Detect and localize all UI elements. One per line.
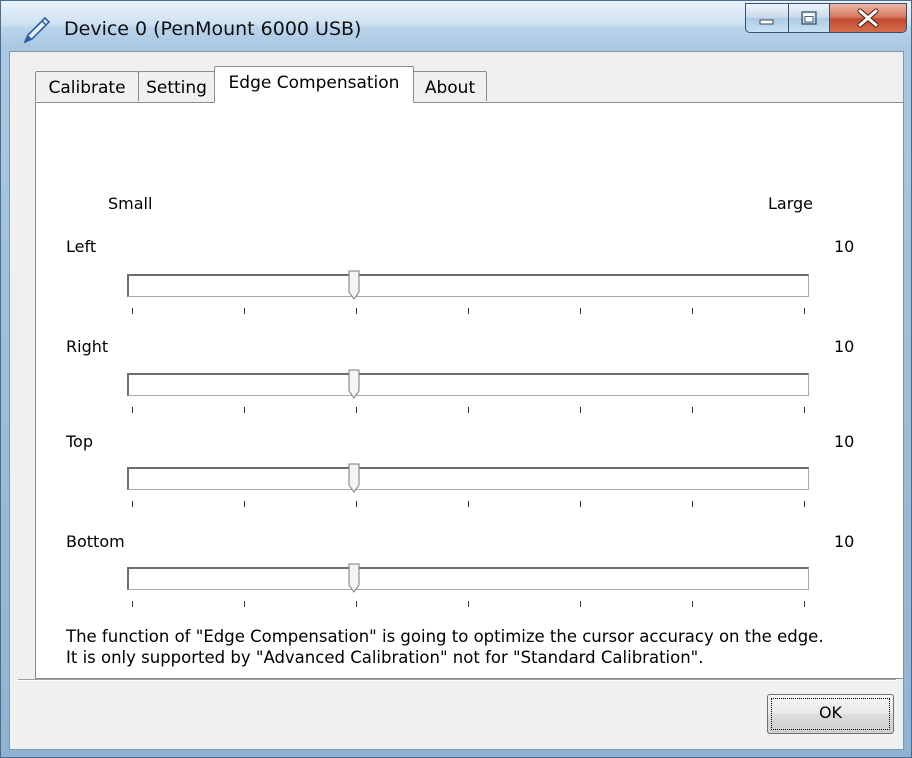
slider-tick (356, 601, 357, 607)
tab-setting[interactable]: Setting (138, 71, 215, 101)
slider-value: 10 (834, 337, 855, 356)
slider-tick (468, 308, 469, 314)
slider-tick (356, 407, 357, 413)
slider-tick (804, 407, 805, 413)
slider-tick (468, 601, 469, 607)
slider-tick (804, 308, 805, 314)
tab-label: Calibrate (48, 78, 126, 98)
edge-compensation-panel: Small Large Left 10 Right 10 Top 10 Bott… (35, 102, 904, 679)
slider-label: Top (66, 432, 93, 451)
ok-button[interactable]: OK (767, 694, 894, 734)
slider-track[interactable] (127, 567, 809, 590)
slider-value: 10 (834, 432, 855, 451)
scale-large-label: Large (768, 194, 814, 213)
slider-value: 10 (834, 532, 855, 551)
minimize-button[interactable] (745, 3, 789, 33)
slider-tick (468, 501, 469, 507)
tab-label: About (424, 78, 476, 98)
slider-tick (356, 308, 357, 314)
slider-tick (580, 501, 581, 507)
slider-tick (804, 501, 805, 507)
info-text-line-1: The function of "Edge Compensation" is g… (66, 627, 824, 646)
close-icon (857, 8, 879, 28)
slider-tick (468, 407, 469, 413)
slider-tick (132, 308, 133, 314)
tab-about[interactable]: About (413, 71, 487, 101)
tab-edge-compensation[interactable]: Edge Compensation (214, 66, 414, 103)
slider-tick (132, 407, 133, 413)
slider-thumb[interactable] (348, 369, 360, 399)
slider-tick (132, 501, 133, 507)
maximize-button[interactable] (788, 3, 830, 33)
minimize-icon (759, 19, 774, 25)
slider-tick (580, 601, 581, 607)
dialog-window: Device 0 (PenMount 6000 USB) Calibrate S… (0, 0, 912, 758)
info-text-line-2: It is only supported by "Advanced Calibr… (66, 648, 704, 667)
slider-tick (692, 308, 693, 314)
slider-tick (804, 601, 805, 607)
tab-label: Edge Compensation (228, 73, 400, 93)
divider (18, 679, 896, 681)
client-area: Calibrate Setting Edge Compensation Abou… (9, 51, 904, 750)
close-button[interactable] (829, 3, 907, 33)
slider-label: Right (66, 337, 109, 356)
scale-small-label: Small (108, 194, 153, 213)
slider-thumb[interactable] (348, 270, 360, 300)
slider-tick (692, 501, 693, 507)
slider-tick (692, 407, 693, 413)
slider-track[interactable] (127, 373, 809, 396)
slider-tick (580, 308, 581, 314)
slider-tick (244, 601, 245, 607)
slider-tick (244, 308, 245, 314)
tab-label: Setting (146, 78, 207, 98)
slider-label: Left (66, 237, 97, 256)
slider-track[interactable] (127, 467, 809, 490)
slider-tick (356, 501, 357, 507)
pen-icon (23, 16, 51, 44)
tab-calibrate[interactable]: Calibrate (35, 71, 139, 101)
caption-buttons (745, 3, 907, 37)
slider-track[interactable] (127, 274, 809, 297)
slider-tick (580, 407, 581, 413)
title-bar[interactable]: Device 0 (PenMount 6000 USB) (1, 1, 911, 51)
slider-tick (244, 501, 245, 507)
slider-tick (244, 407, 245, 413)
slider-value: 10 (834, 237, 855, 256)
slider-thumb[interactable] (348, 463, 360, 493)
window-title: Device 0 (PenMount 6000 USB) (64, 18, 362, 40)
ok-button-label: OK (818, 703, 843, 722)
slider-tick (692, 601, 693, 607)
maximize-icon (801, 11, 817, 25)
slider-thumb[interactable] (348, 563, 360, 593)
slider-label: Bottom (66, 532, 125, 551)
slider-tick (132, 601, 133, 607)
